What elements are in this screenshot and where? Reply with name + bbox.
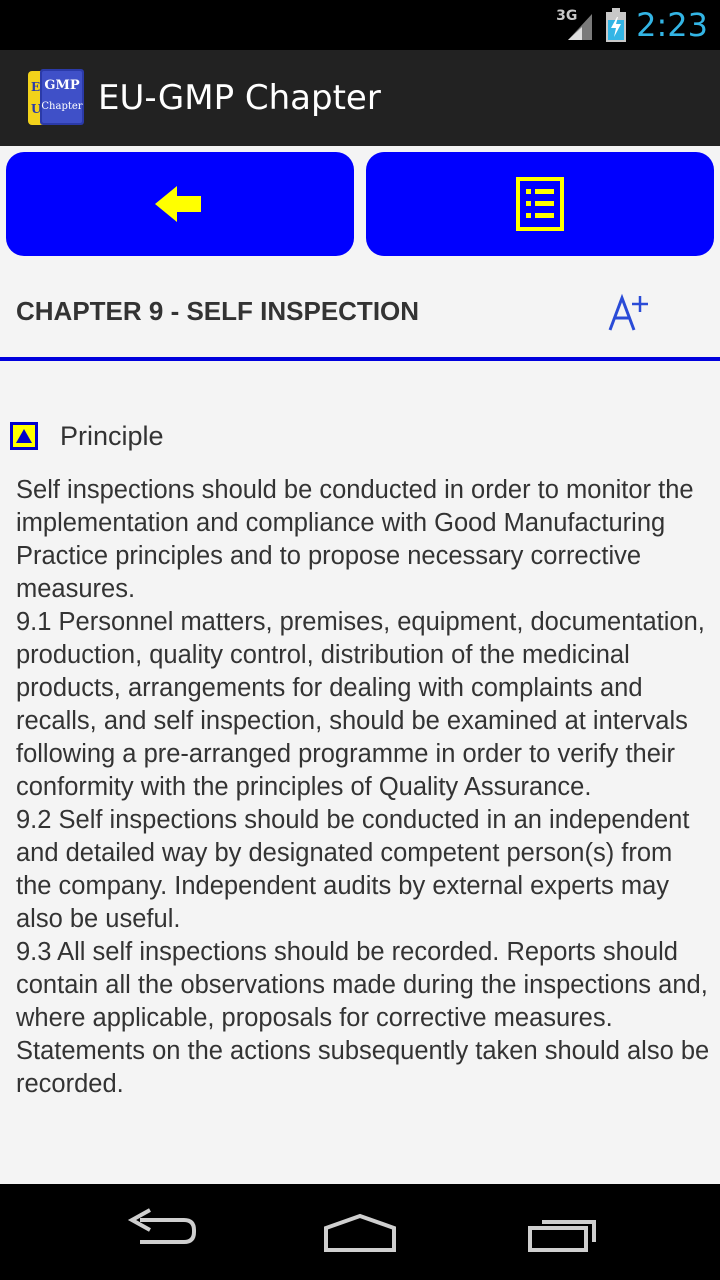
svg-text:GMP: GMP bbox=[44, 78, 79, 93]
back-nav-button[interactable] bbox=[114, 1202, 204, 1262]
home-nav-button[interactable] bbox=[314, 1202, 404, 1262]
font-size-increase-icon bbox=[608, 293, 648, 331]
svg-text:Chapter: Chapter bbox=[41, 101, 82, 112]
svg-text:E: E bbox=[31, 80, 40, 94]
recents-nav-button[interactable] bbox=[518, 1202, 608, 1262]
svg-text:U: U bbox=[31, 102, 42, 116]
arrow-left-icon bbox=[155, 186, 201, 222]
header-divider bbox=[0, 357, 720, 361]
back-nav-icon bbox=[127, 1208, 196, 1244]
app-title: EU-GMP Chapter bbox=[98, 78, 381, 118]
contents-list-button[interactable] bbox=[366, 152, 714, 256]
navigation-bar bbox=[0, 1184, 720, 1280]
status-bar: 3G 2:23 bbox=[0, 0, 720, 50]
collapse-up-icon bbox=[10, 422, 38, 450]
recents-nav-icon bbox=[528, 1220, 596, 1252]
chapter-content: Self inspections should be conducted in … bbox=[16, 474, 712, 1101]
previous-button[interactable] bbox=[6, 152, 354, 256]
content-paragraph: 9.3 All self inspections should be recor… bbox=[16, 938, 710, 1098]
section-header: Principle bbox=[0, 412, 720, 460]
content-paragraph: Self inspections should be conducted in … bbox=[16, 476, 694, 603]
home-nav-icon bbox=[324, 1213, 396, 1252]
font-size-increase-button[interactable] bbox=[606, 286, 656, 336]
signal-icon: 3G bbox=[556, 8, 596, 42]
screen: 3G 2:23 E U GMP Chapter EU-GMP Chapter C… bbox=[0, 0, 720, 1280]
chapter-header: CHAPTER 9 - SELF INSPECTION bbox=[0, 262, 720, 358]
battery-charging-icon bbox=[606, 8, 627, 42]
list-icon bbox=[516, 177, 564, 231]
status-icons: 3G 2:23 bbox=[556, 0, 708, 50]
section-collapse-toggle[interactable] bbox=[10, 422, 38, 450]
content-paragraph: 9.2 Self inspections should be conducted… bbox=[16, 806, 690, 933]
section-title: Principle bbox=[60, 420, 164, 451]
content-paragraph: 9.1 Personnel matters, premises, equipme… bbox=[16, 608, 705, 801]
action-bar: E U GMP Chapter EU-GMP Chapter bbox=[0, 50, 720, 146]
app-icon[interactable]: E U GMP Chapter bbox=[28, 69, 84, 127]
chapter-title: CHAPTER 9 - SELF INSPECTION bbox=[16, 296, 420, 326]
clock: 2:23 bbox=[636, 6, 708, 44]
